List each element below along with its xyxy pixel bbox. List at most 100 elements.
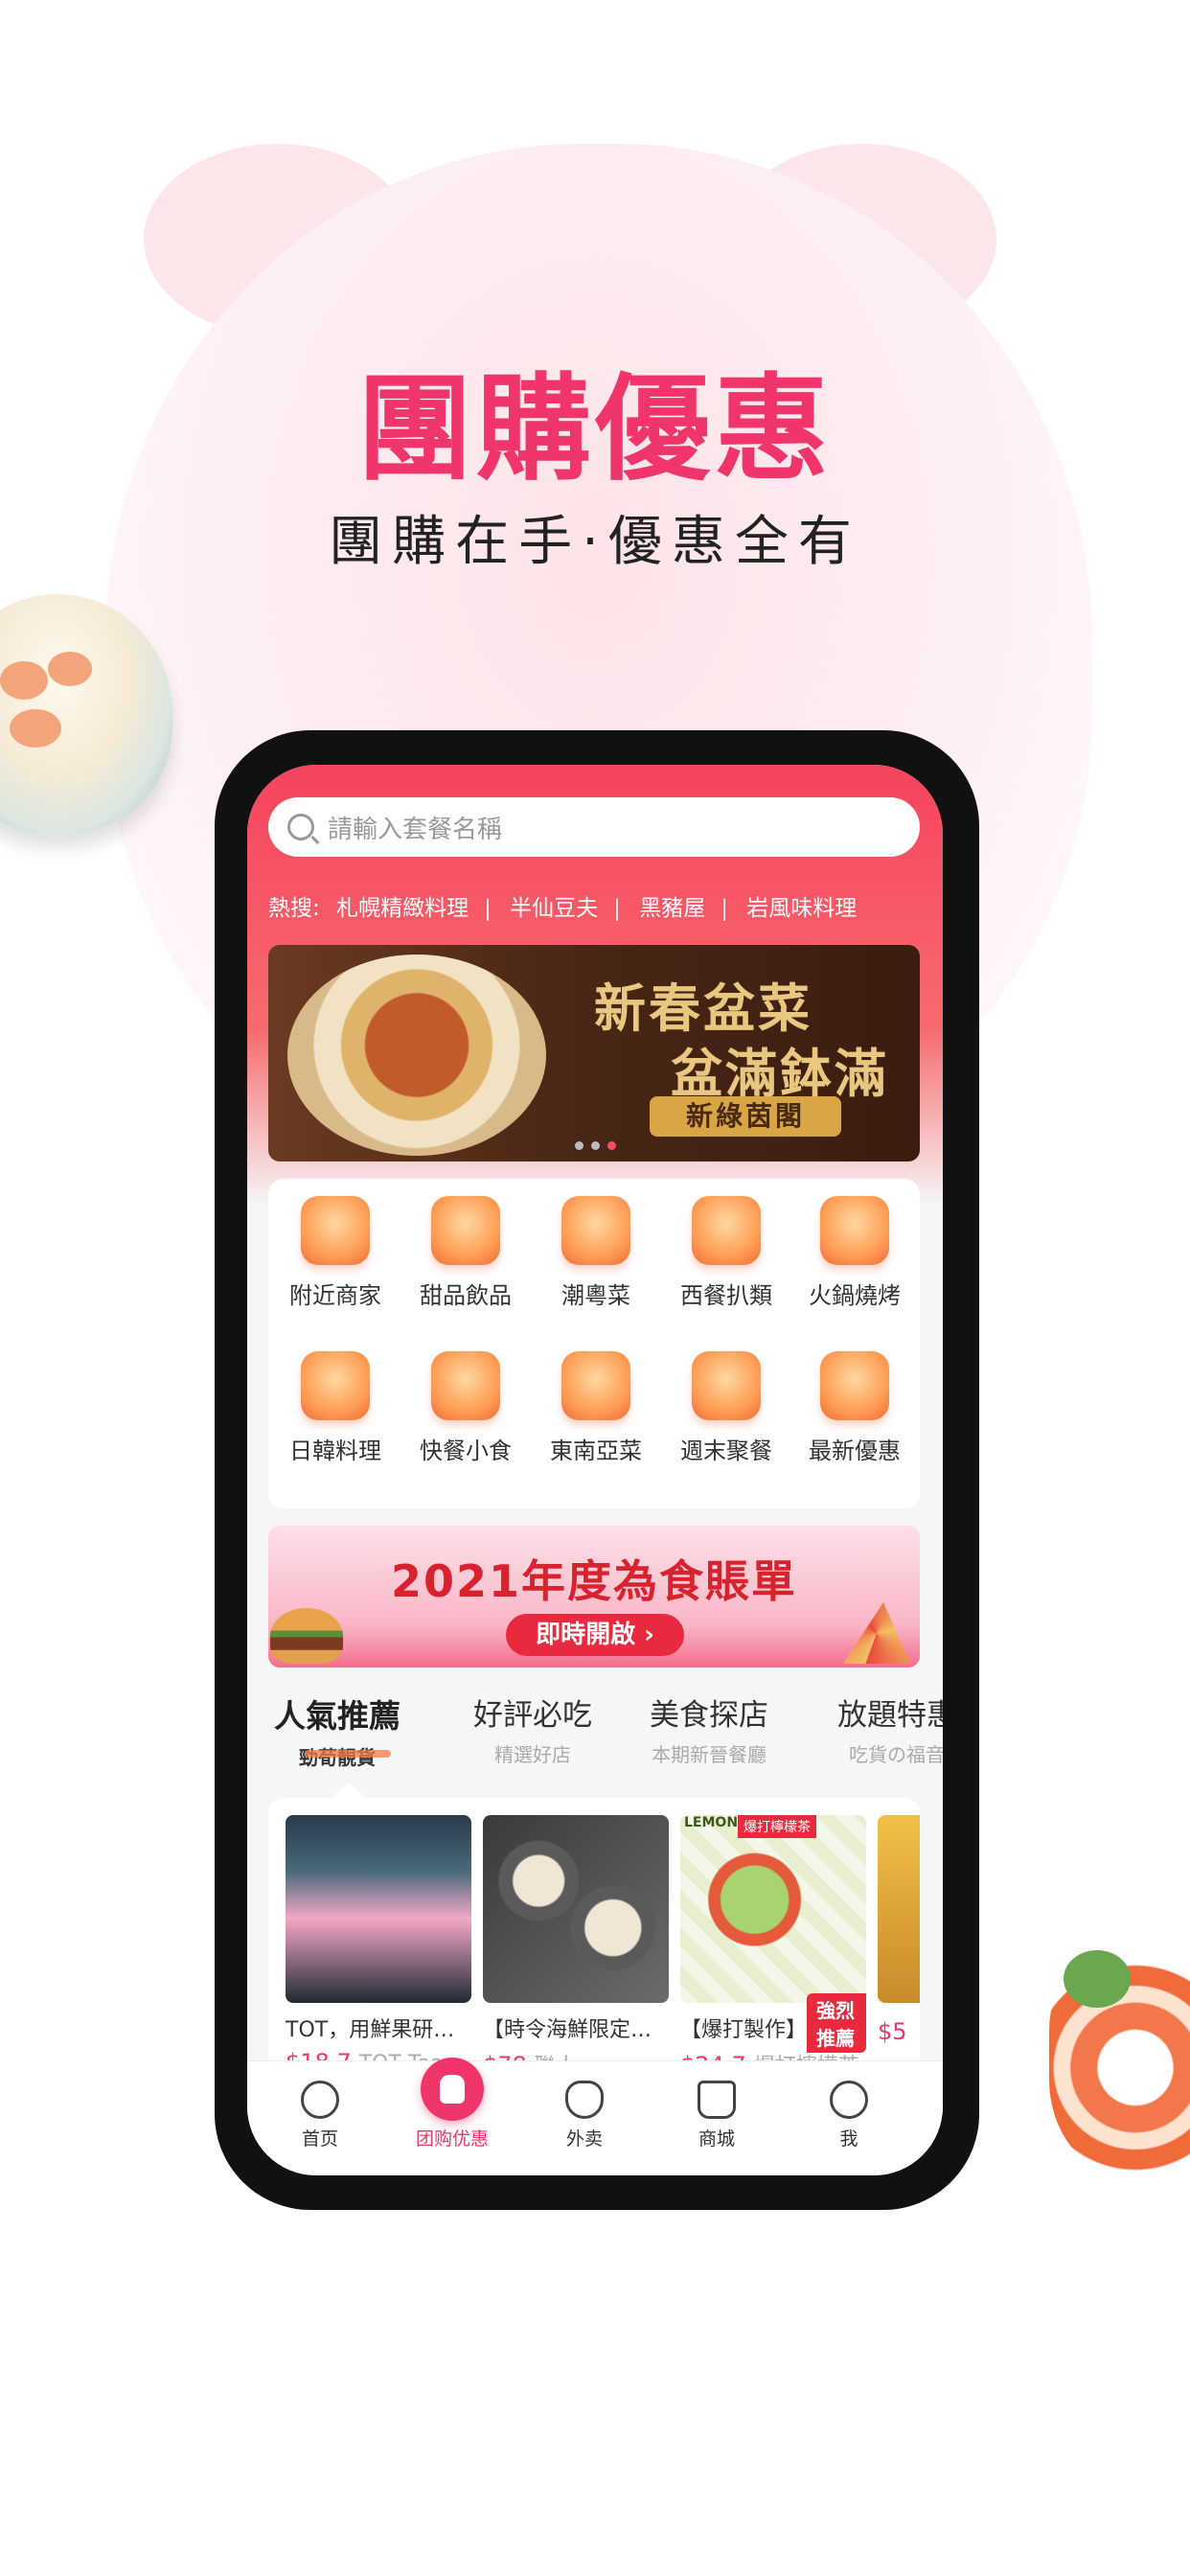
category-label: 日韓料理	[289, 1438, 381, 1464]
tab-popular[interactable]: 人氣推薦 勁荀靚貨	[274, 1690, 400, 1770]
product-price-row: $5	[878, 2018, 920, 2045]
category-weekend-party[interactable]: 週末聚餐	[661, 1334, 791, 1487]
divider: |	[721, 896, 728, 921]
search-icon	[287, 814, 314, 840]
pineapple-icon	[561, 1351, 630, 1420]
category-label: 火鍋燒烤	[809, 1282, 901, 1309]
location-pin-icon	[301, 1196, 370, 1265]
pagination-dot	[591, 1141, 600, 1150]
product-card[interactable]: TOT，用鮮果研… $18.7TOT Tas	[286, 1815, 471, 2076]
category-label: 快餐小食	[420, 1438, 512, 1464]
category-western[interactable]: 西餐扒類	[661, 1179, 791, 1332]
banner-merchant-tag: 新綠茵閣	[650, 1096, 841, 1137]
category-label: 最新優惠	[809, 1438, 901, 1464]
steak-icon	[692, 1196, 761, 1265]
donut-drink-icon	[431, 1196, 500, 1265]
tab-food-explore[interactable]: 美食探店 本期新晉餐廳	[650, 1690, 768, 1767]
annual-bill-banner[interactable]: 2021年度為食賬單 即時開啟 ›	[268, 1526, 920, 1668]
tab-label: 团购优惠	[415, 2128, 489, 2150]
tab-takeout[interactable]: 外卖	[527, 2075, 642, 2150]
search-bar[interactable]: 請輸入套餐名稱	[268, 797, 920, 857]
hot-search-label: 熱搜:	[268, 896, 320, 921]
product-card[interactable]: LEMON TEA 爆打檸檬茶 強烈推薦 【爆打製作】限… $24.7爆打檸檬茶	[680, 1815, 866, 2080]
category-label: 附近商家	[289, 1282, 381, 1309]
poon-choi-image	[287, 954, 546, 1156]
tab-mall[interactable]: 商城	[659, 2075, 774, 2150]
tab-top-rated[interactable]: 好評必吃 精選好店	[473, 1690, 592, 1767]
pagination-dot-active	[607, 1141, 616, 1150]
tab-title: 好評必吃	[473, 1698, 592, 1733]
hero-subtitle: 團購在手·優惠全有	[329, 511, 861, 573]
product-list: TOT，用鮮果研… $18.7TOT Tas 【時令海鮮限定… $78聯人 LE…	[268, 1798, 920, 2085]
hot-search: 熱搜: 札幌精緻料理 | 半仙豆夫 | 黑豬屋 | 岩風味料理	[268, 889, 866, 922]
category-southeast-asian[interactable]: 東南亞菜	[531, 1334, 661, 1487]
burger-image	[270, 1608, 343, 1664]
hotdog-icon	[431, 1351, 500, 1420]
hot-search-item[interactable]: 岩風味料理	[746, 896, 857, 921]
tab-pointer-arrow	[332, 1782, 366, 1798]
product-price: $5	[878, 2018, 907, 2045]
tab-label: 外卖	[565, 2128, 603, 2150]
bottom-tab-bar: 首页 团购优惠 外卖 商城 我	[247, 2058, 943, 2175]
product-image	[878, 1815, 920, 2003]
category-grid: 附近商家 甜品飲品 潮粵菜 西餐扒類 火鍋燒烤 日韓料理 快餐小食 東南亞菜 週…	[268, 1179, 920, 1508]
takeout-icon	[565, 2081, 604, 2119]
category-fastfood[interactable]: 快餐小食	[400, 1334, 531, 1487]
category-dessert[interactable]: 甜品飲品	[400, 1179, 531, 1332]
divider: |	[613, 896, 621, 921]
open-now-button[interactable]: 即時開啟 ›	[506, 1614, 684, 1656]
hot-search-item[interactable]: 半仙豆夫	[510, 896, 598, 921]
smiley-icon	[830, 2081, 868, 2119]
tab-title: 美食探店	[650, 1698, 768, 1733]
product-name: TOT，用鮮果研…	[286, 2018, 455, 2042]
tab-buffet-deals[interactable]: 放題特惠 吃貨の福音	[837, 1690, 943, 1767]
hot-search-item[interactable]: 札幌精緻料理	[336, 896, 469, 921]
tab-me[interactable]: 我	[791, 2075, 906, 2150]
promo-banner[interactable]: 新春盆菜 盆滿鉢滿 新綠茵閣	[268, 945, 920, 1162]
product-image	[483, 1815, 669, 2003]
tab-subtitle: 精選好店	[494, 1743, 571, 1766]
group-buy-icon	[421, 2058, 484, 2121]
product-name: 【時令海鮮限定…	[483, 2018, 652, 2042]
category-latest-deals[interactable]: 最新優惠	[790, 1334, 920, 1487]
product-card[interactable]: $5	[878, 1815, 920, 2045]
category-label: 東南亞菜	[550, 1438, 642, 1464]
app-screen: 請輸入套餐名稱 熱搜: 札幌精緻料理 | 半仙豆夫 | 黑豬屋 | 岩風味料理 新春盆…	[247, 765, 943, 2175]
recommend-badge: 強烈推薦	[807, 1993, 866, 2053]
category-japanese-korean[interactable]: 日韓料理	[270, 1334, 400, 1487]
pagination-dot	[575, 1141, 584, 1150]
category-label: 甜品飲品	[420, 1282, 512, 1309]
banner-pagination	[575, 1141, 616, 1150]
tab-home[interactable]: 首页	[263, 2075, 378, 2150]
product-card[interactable]: 【時令海鮮限定… $78聯人	[483, 1815, 669, 2080]
tab-label: 商城	[698, 2128, 735, 2150]
category-label: 週末聚餐	[680, 1438, 772, 1464]
divider: |	[484, 896, 492, 921]
tab-subtitle: 吃貨の福音	[849, 1743, 943, 1766]
sushi-icon	[301, 1351, 370, 1420]
tab-group-buy[interactable]: 团购优惠	[395, 2058, 510, 2150]
tab-subtitle: 本期新晉餐廳	[652, 1743, 767, 1766]
dim-sum-icon	[561, 1196, 630, 1265]
tab-title: 放題特惠	[837, 1698, 943, 1733]
bear-face-icon	[301, 2081, 339, 2119]
tab-label: 我	[839, 2128, 858, 2150]
product-image	[680, 1815, 866, 2003]
annual-bill-title: 2021年度為食賬單	[390, 1555, 798, 1607]
beer-icon	[692, 1351, 761, 1420]
category-label: 潮粵菜	[561, 1282, 630, 1309]
shop-tag: 爆打檸檬茶	[738, 1815, 816, 1838]
category-cantonese[interactable]: 潮粵菜	[531, 1179, 661, 1332]
hot-search-item[interactable]: 黑豬屋	[639, 896, 705, 921]
cart-icon	[698, 2081, 736, 2119]
product-image	[286, 1815, 471, 2003]
recommend-tabs: 人氣推薦 勁荀靚貨 好評必吃 精選好店 美食探店 本期新晉餐廳 放題特惠 吃貨の…	[247, 1690, 943, 1773]
pizza-image	[843, 1602, 910, 1664]
category-hotpot[interactable]: 火鍋燒烤	[790, 1179, 920, 1332]
category-label: 西餐扒類	[680, 1282, 772, 1309]
active-tab-indicator	[305, 1750, 391, 1758]
hero-title: 團購優惠	[357, 363, 833, 496]
gift-box-icon	[820, 1351, 889, 1420]
hotpot-icon	[820, 1196, 889, 1265]
category-nearby[interactable]: 附近商家	[270, 1179, 400, 1332]
